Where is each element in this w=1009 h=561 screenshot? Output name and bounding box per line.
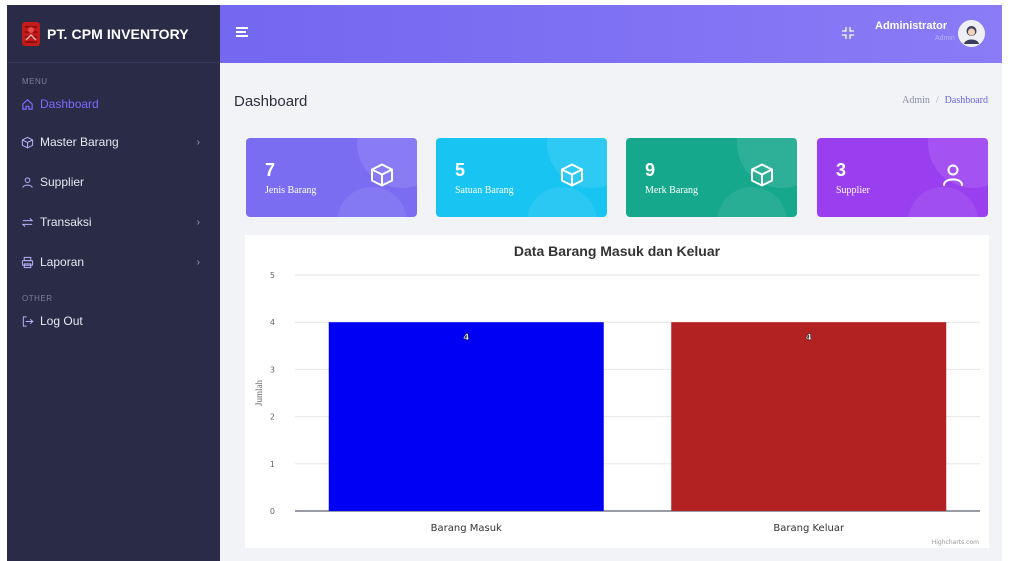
box-icon bbox=[561, 163, 583, 187]
chevron-right-icon: › bbox=[196, 256, 200, 268]
stat-label: Satuan Barang bbox=[455, 185, 514, 196]
sidebar-item-laporan[interactable]: Laporan › bbox=[7, 242, 220, 282]
printer-icon bbox=[21, 256, 34, 268]
sidebar-item-label: Transaksi bbox=[40, 215, 92, 229]
sidebar-item-master-barang[interactable]: Master Barang › bbox=[7, 122, 220, 162]
avatar[interactable] bbox=[958, 20, 985, 47]
brand-name: PT. CPM INVENTORY bbox=[47, 25, 189, 42]
menu-section-label: MENU bbox=[22, 77, 48, 86]
stat-value: 3 bbox=[836, 160, 847, 180]
bar-chart: Data Barang Masuk dan Keluar 0 1 2 3 4 5 Jumlah… bbox=[254, 243, 980, 546]
stat-label: Supplier bbox=[836, 185, 870, 196]
sidebar: PT. CPM INVENTORY MENU Dashboard Master … bbox=[7, 5, 220, 561]
exit-fullscreen-icon[interactable] bbox=[841, 26, 855, 40]
stat-value: 9 bbox=[645, 160, 656, 180]
stat-label: Jenis Barang bbox=[265, 185, 317, 196]
user-name[interactable]: Administrator bbox=[875, 20, 947, 32]
sidebar-item-label: Supplier bbox=[40, 175, 85, 189]
stat-label: Merk Barang bbox=[645, 185, 699, 196]
breadcrumb-separator: / bbox=[935, 95, 939, 106]
x-tick-label: Barang Masuk bbox=[431, 523, 502, 534]
logout-icon bbox=[22, 315, 34, 327]
chart-bar bbox=[328, 322, 604, 511]
breadcrumb-item[interactable]: Admin bbox=[902, 95, 930, 106]
sidebar-item-transaksi[interactable]: Transaksi › bbox=[7, 202, 220, 242]
stat-card-supplier[interactable]: 3 Supplier bbox=[817, 138, 988, 217]
y-tick-label: 1 bbox=[270, 460, 275, 469]
chart-panel: Data Barang Masuk dan Keluar 0 1 2 3 4 5 Jumlah… bbox=[245, 235, 989, 548]
stat-card-satuan-barang[interactable]: 5 Satuan Barang bbox=[436, 138, 607, 217]
y-tick-label: 3 bbox=[270, 365, 275, 374]
stat-value: 7 bbox=[265, 160, 276, 180]
user-icon bbox=[943, 164, 963, 186]
y-tick-label: 5 bbox=[270, 271, 275, 280]
data-label: 4 bbox=[463, 333, 469, 343]
y-tick-label: 0 bbox=[270, 507, 275, 516]
y-tick-label: 4 bbox=[270, 318, 275, 327]
user-icon bbox=[22, 176, 33, 188]
breadcrumb: Admin / Dashboard bbox=[902, 95, 988, 106]
breadcrumb-current: Dashboard bbox=[944, 95, 988, 106]
chart-credits: Highcharts.com bbox=[932, 539, 979, 546]
stat-card-merk-barang[interactable]: 9 Merk Barang bbox=[626, 138, 797, 217]
box-icon bbox=[21, 136, 34, 148]
sidebar-item-label: Master Barang bbox=[40, 135, 119, 149]
sidebar-item-label: Log Out bbox=[40, 314, 83, 328]
chevron-right-icon: › bbox=[196, 136, 200, 148]
stat-value: 5 bbox=[455, 160, 466, 180]
x-tick-label: Barang Keluar bbox=[773, 523, 845, 534]
chevron-right-icon: › bbox=[196, 216, 200, 228]
topbar: Administrator Admin bbox=[220, 5, 1002, 63]
y-tick-label: 2 bbox=[270, 413, 275, 422]
data-label: 4 bbox=[806, 333, 812, 343]
app-window: PT. CPM INVENTORY MENU Dashboard Master … bbox=[7, 5, 1002, 561]
avatar-user-icon bbox=[958, 20, 985, 47]
sidebar-item-supplier[interactable]: Supplier bbox=[7, 162, 220, 202]
company-logo-icon bbox=[22, 21, 40, 46]
box-icon bbox=[371, 163, 393, 187]
sidebar-item-dashboard[interactable]: Dashboard bbox=[7, 86, 220, 122]
brand[interactable]: PT. CPM INVENTORY bbox=[7, 5, 220, 63]
menu-toggle-icon[interactable] bbox=[236, 27, 248, 37]
box-icon bbox=[751, 163, 773, 187]
transfer-icon bbox=[21, 217, 34, 227]
sidebar-item-label: Dashboard bbox=[40, 97, 99, 111]
sidebar-item-logout[interactable]: Log Out bbox=[7, 303, 220, 339]
y-axis-label: Jumlah bbox=[254, 380, 264, 406]
user-role: Admin bbox=[935, 35, 955, 42]
home-icon bbox=[22, 98, 33, 110]
page-title: Dashboard bbox=[234, 93, 308, 110]
other-section-label: OTHER bbox=[22, 294, 53, 303]
stat-card-jenis-barang[interactable]: 7 Jenis Barang bbox=[246, 138, 417, 217]
sidebar-item-label: Laporan bbox=[40, 255, 85, 269]
chart-title: Data Barang Masuk dan Keluar bbox=[514, 243, 721, 259]
chart-bar bbox=[671, 322, 947, 511]
